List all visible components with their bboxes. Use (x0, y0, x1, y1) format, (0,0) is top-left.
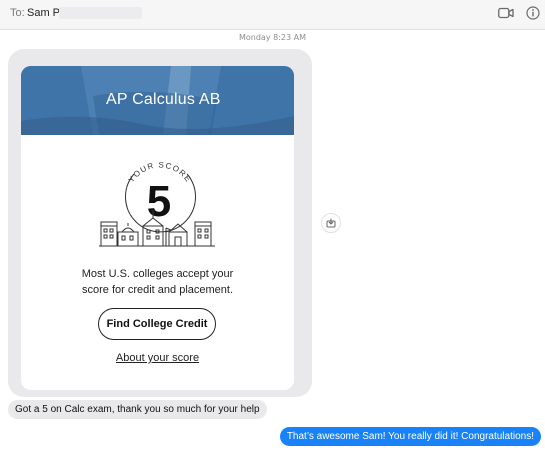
card-description: Most U.S. colleges accept your score for… (21, 266, 294, 298)
save-attachment-icon[interactable] (321, 213, 341, 233)
to-label: To: (10, 7, 25, 19)
score-graphic: YOUR SCORE 5 (99, 152, 219, 262)
score-value: 5 (147, 177, 171, 226)
messages-window: To: Sam Pa Monday 8:23 AM AP Calculus AB… (0, 0, 545, 450)
sent-message-bubble[interactable]: That’s awesome Sam! You really did it! C… (279, 427, 541, 446)
card-banner: AP Calculus AB (21, 66, 294, 135)
received-message-bubble[interactable]: Got a 5 on Calc exam, thank you so much … (8, 400, 267, 419)
video-camera-icon[interactable] (497, 5, 515, 21)
card-title: AP Calculus AB (106, 91, 221, 108)
about-your-score-link[interactable]: About your score (21, 352, 294, 364)
card-description-line-1: Most U.S. colleges accept your (81, 268, 234, 280)
recipient-redacted (59, 7, 142, 19)
conversation-header: To: Sam Pa (0, 0, 545, 30)
find-college-credit-button[interactable]: Find College Credit (98, 308, 216, 340)
score-card[interactable]: AP Calculus AB YOUR SCORE 5 Most U.S. co… (21, 66, 294, 390)
info-icon[interactable] (524, 5, 542, 21)
message-timestamp: Monday 8:23 AM (238, 33, 306, 42)
card-description-line-2: score for credit and placement. (81, 284, 234, 296)
